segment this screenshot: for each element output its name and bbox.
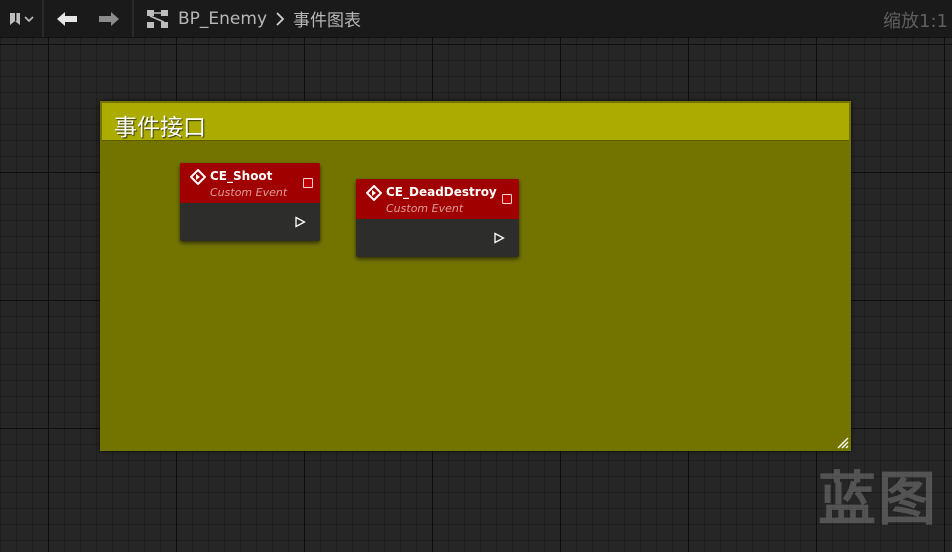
forward-arrow-icon[interactable] [98, 11, 120, 27]
chevron-right-icon [276, 11, 285, 26]
zoom-level: 缩放1:1 [883, 11, 948, 32]
back-arrow-icon[interactable] [56, 11, 78, 27]
bookmark-icon [9, 12, 20, 25]
exec-output-pin-icon[interactable] [493, 232, 505, 244]
node-subtitle: Custom Event [386, 202, 464, 215]
resize-grip-icon[interactable] [835, 435, 849, 449]
bookmark-button[interactable] [0, 0, 42, 37]
comment-title: 事件接口 [114, 115, 206, 141]
delegate-pin[interactable] [303, 178, 313, 188]
blueprint-watermark: 蓝图 [817, 465, 938, 533]
node-header[interactable]: CE_DeadDestroy Custom Event [356, 179, 519, 219]
graph-toolbar: BP_Enemy 事件图表 缩放1:1 [0, 0, 952, 38]
history-navigation [44, 0, 132, 37]
node-subtitle: Custom Event [210, 186, 288, 199]
event-node-ce-deaddestroy[interactable]: CE_DeadDestroy Custom Event [356, 179, 519, 257]
event-diamond-icon [366, 185, 382, 201]
event-node-ce-shoot[interactable]: CE_Shoot Custom Event [180, 163, 320, 241]
chevron-down-icon [23, 15, 34, 22]
comment-header[interactable]: 事件接口 [102, 103, 849, 141]
breadcrumb-graph[interactable]: 事件图表 [293, 6, 361, 31]
delegate-pin[interactable] [502, 194, 512, 204]
comment-box[interactable]: 事件接口 [100, 101, 851, 451]
graph-icon [147, 9, 168, 28]
node-title: CE_DeadDestroy [386, 185, 497, 199]
event-diamond-icon [190, 169, 206, 185]
breadcrumb-blueprint[interactable]: BP_Enemy [178, 9, 267, 29]
node-title: CE_Shoot [210, 169, 273, 183]
node-header[interactable]: CE_Shoot Custom Event [180, 163, 320, 203]
exec-output-pin-icon[interactable] [294, 216, 306, 228]
breadcrumb: BP_Enemy 事件图表 [134, 0, 952, 37]
